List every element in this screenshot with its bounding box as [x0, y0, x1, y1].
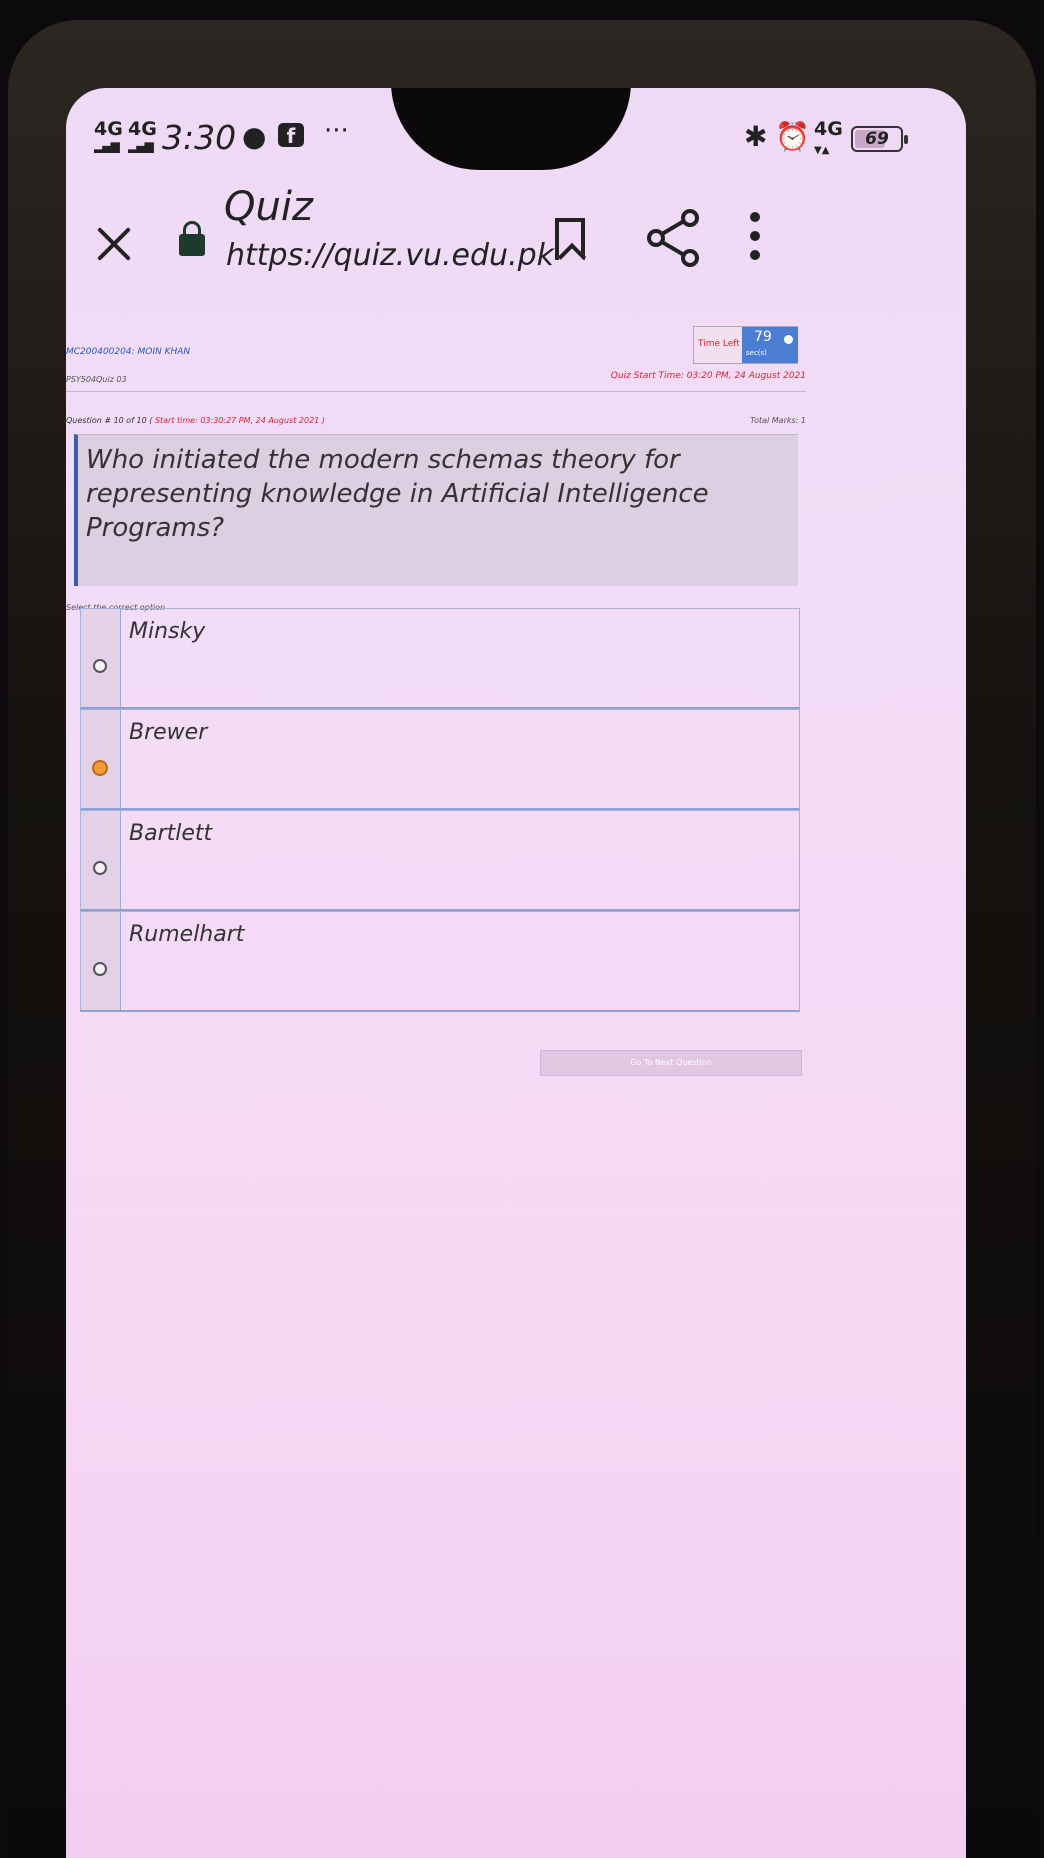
next-question-button[interactable]: Go To Next Question	[540, 1050, 802, 1076]
radio-cell[interactable]	[81, 811, 121, 909]
signal-icon: 4G ▂▄▆	[94, 118, 123, 154]
time-left-label: Time Left	[698, 339, 740, 349]
option-label-cell[interactable]: Brewer	[121, 710, 799, 808]
radio-button[interactable]	[93, 962, 107, 976]
network-type-1: 4G	[94, 118, 123, 140]
option-label: Bartlett	[129, 821, 213, 846]
clock: 3:30	[162, 118, 237, 157]
option-row[interactable]: Minsky	[80, 608, 800, 709]
more-notifications-icon: ···	[324, 116, 349, 146]
option-row[interactable]: Bartlett	[80, 810, 800, 911]
facebook-icon: f	[278, 123, 304, 148]
question-header: Question # 10 of 10 ( Start time: 03:30:…	[66, 416, 806, 432]
question-number-text: Question # 10 of 10 (	[66, 416, 153, 425]
radio-cell[interactable]	[81, 912, 121, 1010]
total-marks: Total Marks: 1	[750, 416, 806, 425]
phone-screen: 4G ▂▄▆ 4G ▂▄▆ 3:30 ● f ··· ✱ ⏰ 4G ▼▲ 69 Qui…	[66, 88, 966, 1858]
signal-icon-2: 4G ▂▄▆	[128, 118, 157, 154]
option-row[interactable]: Brewer	[80, 709, 800, 810]
question-text: Who initiated the modern schemas theory …	[86, 445, 709, 543]
message-icon: ●	[242, 120, 267, 153]
browser-toolbar: Quiz https://quiz.vu.edu.pk	[66, 168, 966, 318]
network-type-3: 4G	[814, 118, 843, 140]
time-left-unit: sec(s)	[746, 349, 767, 357]
radio-cell[interactable]	[81, 710, 121, 808]
question-start-time: Start time: 03:30:27 PM, 24 August 2021 …	[154, 416, 325, 425]
option-row[interactable]: Rumelhart	[80, 911, 800, 1012]
battery-icon: 69	[851, 126, 908, 152]
share-icon[interactable]	[644, 208, 704, 268]
question-box: Who initiated the modern schemas theory …	[74, 434, 798, 586]
option-label-cell[interactable]: Rumelhart	[121, 912, 799, 1010]
time-left-value: 79	[754, 329, 772, 345]
question-number: Question # 10 of 10 ( Start time: 03:30:…	[66, 416, 325, 425]
lock-icon[interactable]	[179, 221, 205, 256]
option-label: Brewer	[129, 720, 208, 745]
radio-button[interactable]	[92, 760, 108, 776]
network-type-2: 4G	[128, 118, 157, 140]
phone-frame: 4G ▂▄▆ 4G ▂▄▆ 3:30 ● f ··· ✱ ⏰ 4G ▼▲ 69 Qui…	[8, 20, 1036, 1858]
course-code: PSY504Quiz 03	[66, 375, 127, 384]
timer-box: Time Left 79 sec(s)	[693, 326, 798, 364]
timer-dot-icon	[784, 335, 793, 344]
option-label-cell[interactable]: Minsky	[121, 609, 799, 707]
option-label: Minsky	[129, 619, 206, 644]
radio-button[interactable]	[93, 659, 107, 673]
options-list: Minsky Brewer Bartlett Rumelhart	[80, 608, 800, 1012]
overflow-menu-icon[interactable]	[748, 212, 762, 272]
radio-button[interactable]	[93, 861, 107, 875]
close-icon[interactable]	[94, 222, 134, 262]
mobile-data-icon: 4G ▼▲	[814, 118, 843, 157]
option-label: Rumelhart	[129, 922, 245, 947]
url-text[interactable]: https://quiz.vu.edu.pk	[226, 238, 554, 273]
bluetooth-icon: ✱	[744, 120, 768, 153]
battery-percent: 69	[865, 129, 889, 149]
option-label-cell[interactable]: Bartlett	[121, 811, 799, 909]
page-title: Quiz	[224, 184, 313, 230]
quiz-start-time: Quiz Start Time: 03:20 PM, 24 August 202…	[610, 371, 806, 381]
radio-cell[interactable]	[81, 609, 121, 707]
bookmark-icon[interactable]	[555, 218, 585, 260]
alarm-icon: ⏰	[775, 120, 810, 153]
student-name: MC200400204: MOIN KHAN	[66, 347, 191, 357]
time-left-value-box: 79 sec(s)	[742, 327, 798, 363]
info-bar: MC200400204: MOIN KHAN PSY504Quiz 03 Tim…	[66, 320, 806, 392]
